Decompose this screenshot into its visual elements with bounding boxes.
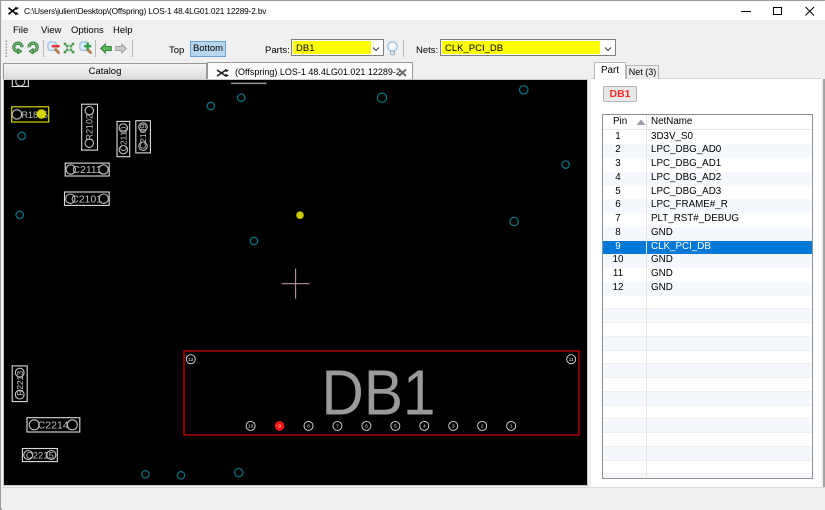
svg-text:11: 11 [569, 357, 574, 363]
svg-text:1: 1 [510, 424, 513, 430]
svg-text:10: 10 [248, 424, 254, 430]
svg-text:C2101: C2101 [71, 193, 102, 205]
svg-text:8: 8 [307, 424, 310, 430]
svg-text:C2110: C2110 [118, 127, 128, 152]
svg-text:C2111: C2111 [72, 164, 102, 176]
svg-text:2: 2 [481, 424, 484, 430]
svg-text:6: 6 [365, 424, 368, 430]
svg-text:C2215: C2215 [26, 450, 54, 461]
svg-text:R2102: R2102 [85, 114, 95, 141]
svg-text:9: 9 [278, 424, 281, 430]
svg-text:7: 7 [336, 424, 339, 430]
svg-text:DB1: DB1 [322, 357, 436, 429]
svg-text:3: 3 [452, 424, 455, 430]
svg-text:C2214: C2214 [38, 420, 69, 432]
svg-text:C2109: C2109 [138, 124, 148, 149]
svg-text:5: 5 [394, 424, 397, 430]
svg-text:4: 4 [423, 424, 426, 430]
svg-text:12: 12 [188, 357, 194, 363]
svg-text:R2213: R2213 [15, 371, 25, 396]
